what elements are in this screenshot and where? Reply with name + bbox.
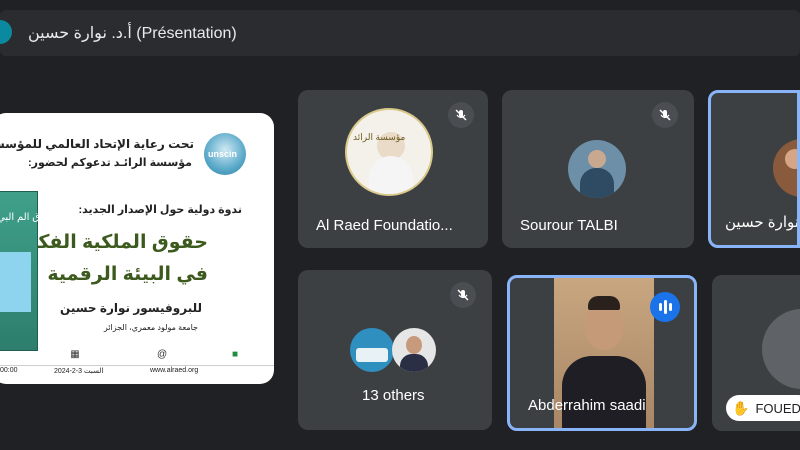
presenter-avatar xyxy=(0,20,12,44)
footer-date: 2024-2-3 السبت xyxy=(54,368,104,375)
presenter-title: أ.د. نوارة حسين (Présentation) xyxy=(28,25,237,42)
unscin-logo: unscin xyxy=(204,133,246,175)
participant-tile-presenter[interactable]: أ.د. نوارة حسين xyxy=(708,90,800,248)
participant-name: Sourour TALBI xyxy=(520,217,618,234)
participant-tile-others[interactable]: 13 others xyxy=(298,270,492,430)
audio-level-icon xyxy=(650,292,680,322)
book-title: حقوق الم البي xyxy=(0,212,57,223)
footer-site: www.alraed.org xyxy=(150,367,199,374)
slide-footer-divider xyxy=(0,365,274,366)
slide-university: جامعة مولود معمري، الجزائر xyxy=(103,323,198,332)
raise-hand-badge: ✋ FOUED xyxy=(726,395,800,421)
calendar-icon: ▦ xyxy=(70,349,80,360)
slide-title-2: في البيئة الرقمية xyxy=(47,264,208,285)
avatar xyxy=(762,309,800,389)
avatar xyxy=(350,328,394,372)
presentation-slide: unscin تحت رعاية الإتحاد العالمي للمؤسسا… xyxy=(0,113,274,384)
slide-line-1: تحت رعاية الإتحاد العالمي للمؤسسات العلم… xyxy=(0,137,194,151)
avatar-caption: مؤسسة الرائد xyxy=(353,132,406,142)
book-cover: حقوق الم البي xyxy=(0,191,56,351)
participant-tile-foued[interactable]: ✋ FOUED xyxy=(712,275,800,431)
participant-name: 13 others xyxy=(362,387,425,404)
footer-time: 00:00 xyxy=(0,367,18,374)
at-icon: @ xyxy=(157,349,168,360)
meet-icon: ■ xyxy=(231,349,239,360)
logo-text: unscin xyxy=(208,149,238,159)
mic-off-icon xyxy=(450,282,476,308)
slide-author: للبروفيسور نوارة حسين xyxy=(60,301,202,315)
presentation-bar: أ.د. نوارة حسين (Présentation) xyxy=(0,10,800,56)
participant-tile-abderrahim[interactable]: Abderrahim saadi xyxy=(507,275,697,431)
mic-off-icon xyxy=(652,102,678,128)
participant-name: Al Raed Foundatio... xyxy=(316,217,453,234)
book-illustration xyxy=(0,252,31,312)
participant-tile-sourour[interactable]: Sourour TALBI xyxy=(502,90,694,248)
slide-line-3: ندوة دولية حول الإصدار الجديد: xyxy=(78,204,242,216)
participant-name: FOUED xyxy=(755,400,800,416)
avatar xyxy=(392,328,436,372)
participant-name: Abderrahim saadi xyxy=(528,397,646,414)
mic-off-icon xyxy=(448,102,474,128)
participant-name: أ.د. نوارة حسين xyxy=(725,214,799,231)
raise-hand-icon: ✋ xyxy=(732,399,750,416)
slide-line-2: مؤسسة الرائـد تدعوكم لحضور: xyxy=(27,157,192,169)
avatar: مؤسسة الرائد xyxy=(345,108,433,196)
avatar xyxy=(773,139,797,197)
avatar xyxy=(568,140,626,198)
participant-tile-al-raed[interactable]: مؤسسة الرائد Al Raed Foundatio... xyxy=(298,90,488,248)
